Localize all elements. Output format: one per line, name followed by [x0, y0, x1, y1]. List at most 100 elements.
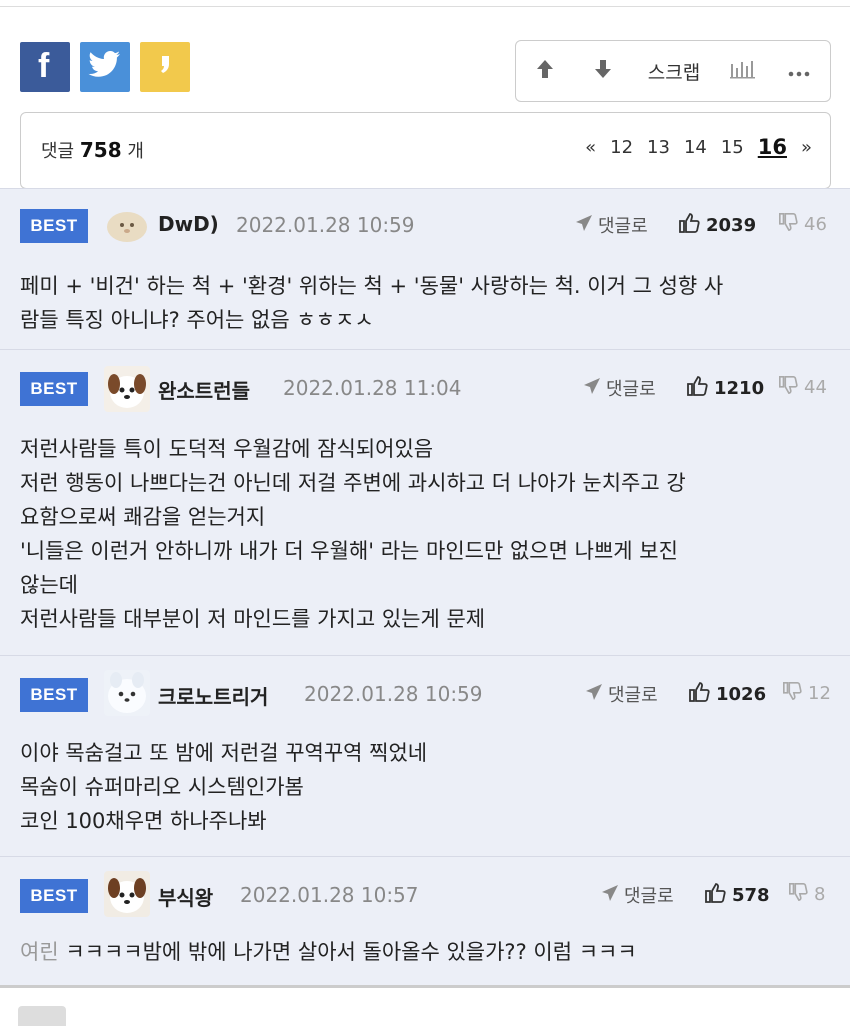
post-action-bar: 스크랩 [515, 40, 831, 102]
like-count: 1026 [716, 684, 767, 705]
dislike-count: 12 [808, 683, 831, 704]
arrow-up-icon [535, 58, 555, 84]
avatar[interactable] [18, 1006, 66, 1026]
thumbs-up-icon [704, 882, 726, 909]
page-link[interactable]: 12 [610, 137, 633, 158]
comment-count-prefix: 댓글 [41, 141, 75, 162]
avatar[interactable] [104, 670, 150, 716]
twitter-share-button[interactable] [80, 42, 130, 92]
comment-item: BEST DwD) 2022.01.28 10:59 댓글로 2039 46 페… [0, 188, 850, 349]
reply-label: 댓글로 [624, 886, 674, 907]
thumbs-down-icon [782, 681, 802, 706]
comment-line: '니들은 이런거 안하니까 내가 더 우월해' 라는 마인드만 없으면 나쁘게 … [20, 539, 678, 563]
send-arrow-icon [574, 213, 594, 238]
comment-body: 저런사람들 특이 도덕적 우월감에 잠식되어있음 저런 행동이 나쁘다는건 아닌… [20, 432, 830, 636]
comment-nickname[interactable]: DwD) [158, 212, 219, 236]
more-icon [788, 62, 810, 81]
like-button[interactable]: 578 [704, 882, 770, 909]
page-link[interactable]: 15 [721, 137, 744, 158]
comment-line: 여린 ㅋㅋㅋㅋ밤에 밖에 나가면 살아서 돌아올수 있을가?? 이럼 ㅋㅋㅋ [20, 940, 637, 964]
upvote-button[interactable] [516, 41, 574, 101]
dislike-count: 8 [814, 884, 826, 905]
scrap-button[interactable]: 스크랩 [632, 41, 716, 101]
comment-item: BEST 완소트런들 2022.01.28 11:04 댓글로 1210 44 … [0, 349, 850, 655]
comment-item: BEST 크로노트리거 2022.01.28 10:59 댓글로 1026 12… [0, 655, 850, 856]
facebook-icon: f [30, 47, 60, 86]
comment-line: 이야 목숨걸고 또 밤에 저런걸 꾸역꾸역 찍었네 [20, 741, 428, 765]
like-button[interactable]: 1210 [686, 375, 764, 402]
like-count: 578 [732, 885, 770, 906]
like-count: 1210 [714, 378, 765, 399]
reply-label: 댓글로 [598, 216, 648, 237]
thumbs-down-icon [778, 212, 798, 237]
comment-date: 2022.01.28 10:59 [236, 213, 415, 237]
dislike-count: 46 [804, 214, 827, 235]
page-link[interactable]: 13 [647, 137, 670, 158]
reply-button[interactable]: 댓글로 [574, 212, 648, 238]
share-buttons: f [20, 42, 190, 92]
comment-count-bar: 댓글 758 개 « 12 13 14 15 16 » [20, 112, 831, 189]
thumbs-down-icon [788, 882, 808, 907]
like-count: 2039 [706, 215, 757, 236]
reply-button[interactable]: 댓글로 [584, 681, 658, 707]
comment-body: 이야 목숨걸고 또 밤에 저런걸 꾸역꾸역 찍었네 목숨이 슈퍼마리오 시스템인… [20, 736, 830, 838]
dislike-button[interactable]: 46 [778, 212, 827, 237]
dislike-button[interactable]: 12 [782, 681, 831, 706]
avatar[interactable] [104, 203, 150, 249]
comment-line: 코인 100채우면 하나주나봐 [20, 809, 267, 833]
send-arrow-icon [584, 682, 604, 707]
comment-line: 저런 행동이 나쁘다는건 아닌데 저걸 주변에 과시하고 더 나아가 눈치주고 … [20, 471, 686, 495]
comment-line: 저런사람들 대부분이 저 마인드를 가지고 있는게 문제 [20, 607, 486, 631]
comment-date: 2022.01.28 11:04 [283, 376, 462, 400]
send-arrow-icon [600, 883, 620, 908]
page-link[interactable]: 14 [684, 137, 707, 158]
thumbs-up-icon [686, 375, 708, 402]
dislike-button[interactable]: 44 [778, 375, 827, 400]
pagination-prev[interactable]: « [585, 137, 596, 158]
thumbs-up-icon [678, 212, 700, 239]
twitter-icon [88, 50, 122, 84]
best-badge: BEST [20, 678, 88, 712]
comment-line: 목숨이 슈퍼마리오 시스템인가봄 [20, 775, 304, 799]
page-link-current[interactable]: 16 [758, 135, 787, 159]
pagination: « 12 13 14 15 16 » [585, 135, 812, 159]
kakaostory-icon [155, 53, 175, 81]
comment-line: 페미 + '비건' 하는 척 + '환경' 위하는 척 + '동물' 사랑하는 … [20, 274, 724, 298]
comment-line: 요함으로써 쾌감을 얻는거지 [20, 505, 266, 529]
comment-count-number: 758 [79, 138, 122, 162]
dislike-count: 44 [804, 377, 827, 398]
comment-item: BEST 부식왕 2022.01.28 10:57 댓글로 578 8 여린 ㅋ… [0, 856, 850, 986]
dislike-button[interactable]: 8 [788, 882, 825, 907]
kakaostory-share-button[interactable] [140, 42, 190, 92]
avatar[interactable] [104, 366, 150, 412]
thumbs-down-icon [778, 375, 798, 400]
comment-body: 페미 + '비건' 하는 척 + '환경' 위하는 척 + '동물' 사랑하는 … [20, 269, 830, 337]
stats-button[interactable] [716, 41, 770, 101]
avatar[interactable] [104, 871, 150, 917]
comment-count-suffix: 개 [127, 141, 144, 162]
best-badge: BEST [20, 372, 88, 406]
more-button[interactable] [770, 41, 828, 101]
best-badge: BEST [20, 879, 88, 913]
comment-date: 2022.01.28 10:57 [240, 883, 419, 907]
svg-text:f: f [38, 48, 50, 82]
reply-button[interactable]: 댓글로 [582, 375, 656, 401]
reply-label: 댓글로 [606, 379, 656, 400]
thumbs-up-icon [688, 681, 710, 708]
pagination-next[interactable]: » [801, 137, 812, 158]
like-button[interactable]: 2039 [678, 212, 756, 239]
facebook-share-button[interactable]: f [20, 42, 70, 92]
comment-line: 람들 특징 아니냐? 주어는 없음 ㅎㅎㅈㅅ [20, 308, 374, 332]
comment-nickname[interactable]: 완소트런들 [158, 375, 250, 404]
bar-chart-icon [729, 58, 757, 84]
downvote-button[interactable] [574, 41, 632, 101]
next-comment-peek [0, 988, 850, 1022]
like-button[interactable]: 1026 [688, 681, 766, 708]
comment-nickname[interactable]: 부식왕 [158, 882, 213, 911]
comment-line: 않는데 [20, 573, 78, 597]
comment-line: 저런사람들 특이 도덕적 우월감에 잠식되어있음 [20, 437, 434, 461]
comment-count: 댓글 758 개 [41, 137, 144, 163]
arrow-down-icon [593, 58, 613, 84]
reply-button[interactable]: 댓글로 [600, 882, 674, 908]
comment-nickname[interactable]: 크로노트리거 [158, 681, 268, 710]
